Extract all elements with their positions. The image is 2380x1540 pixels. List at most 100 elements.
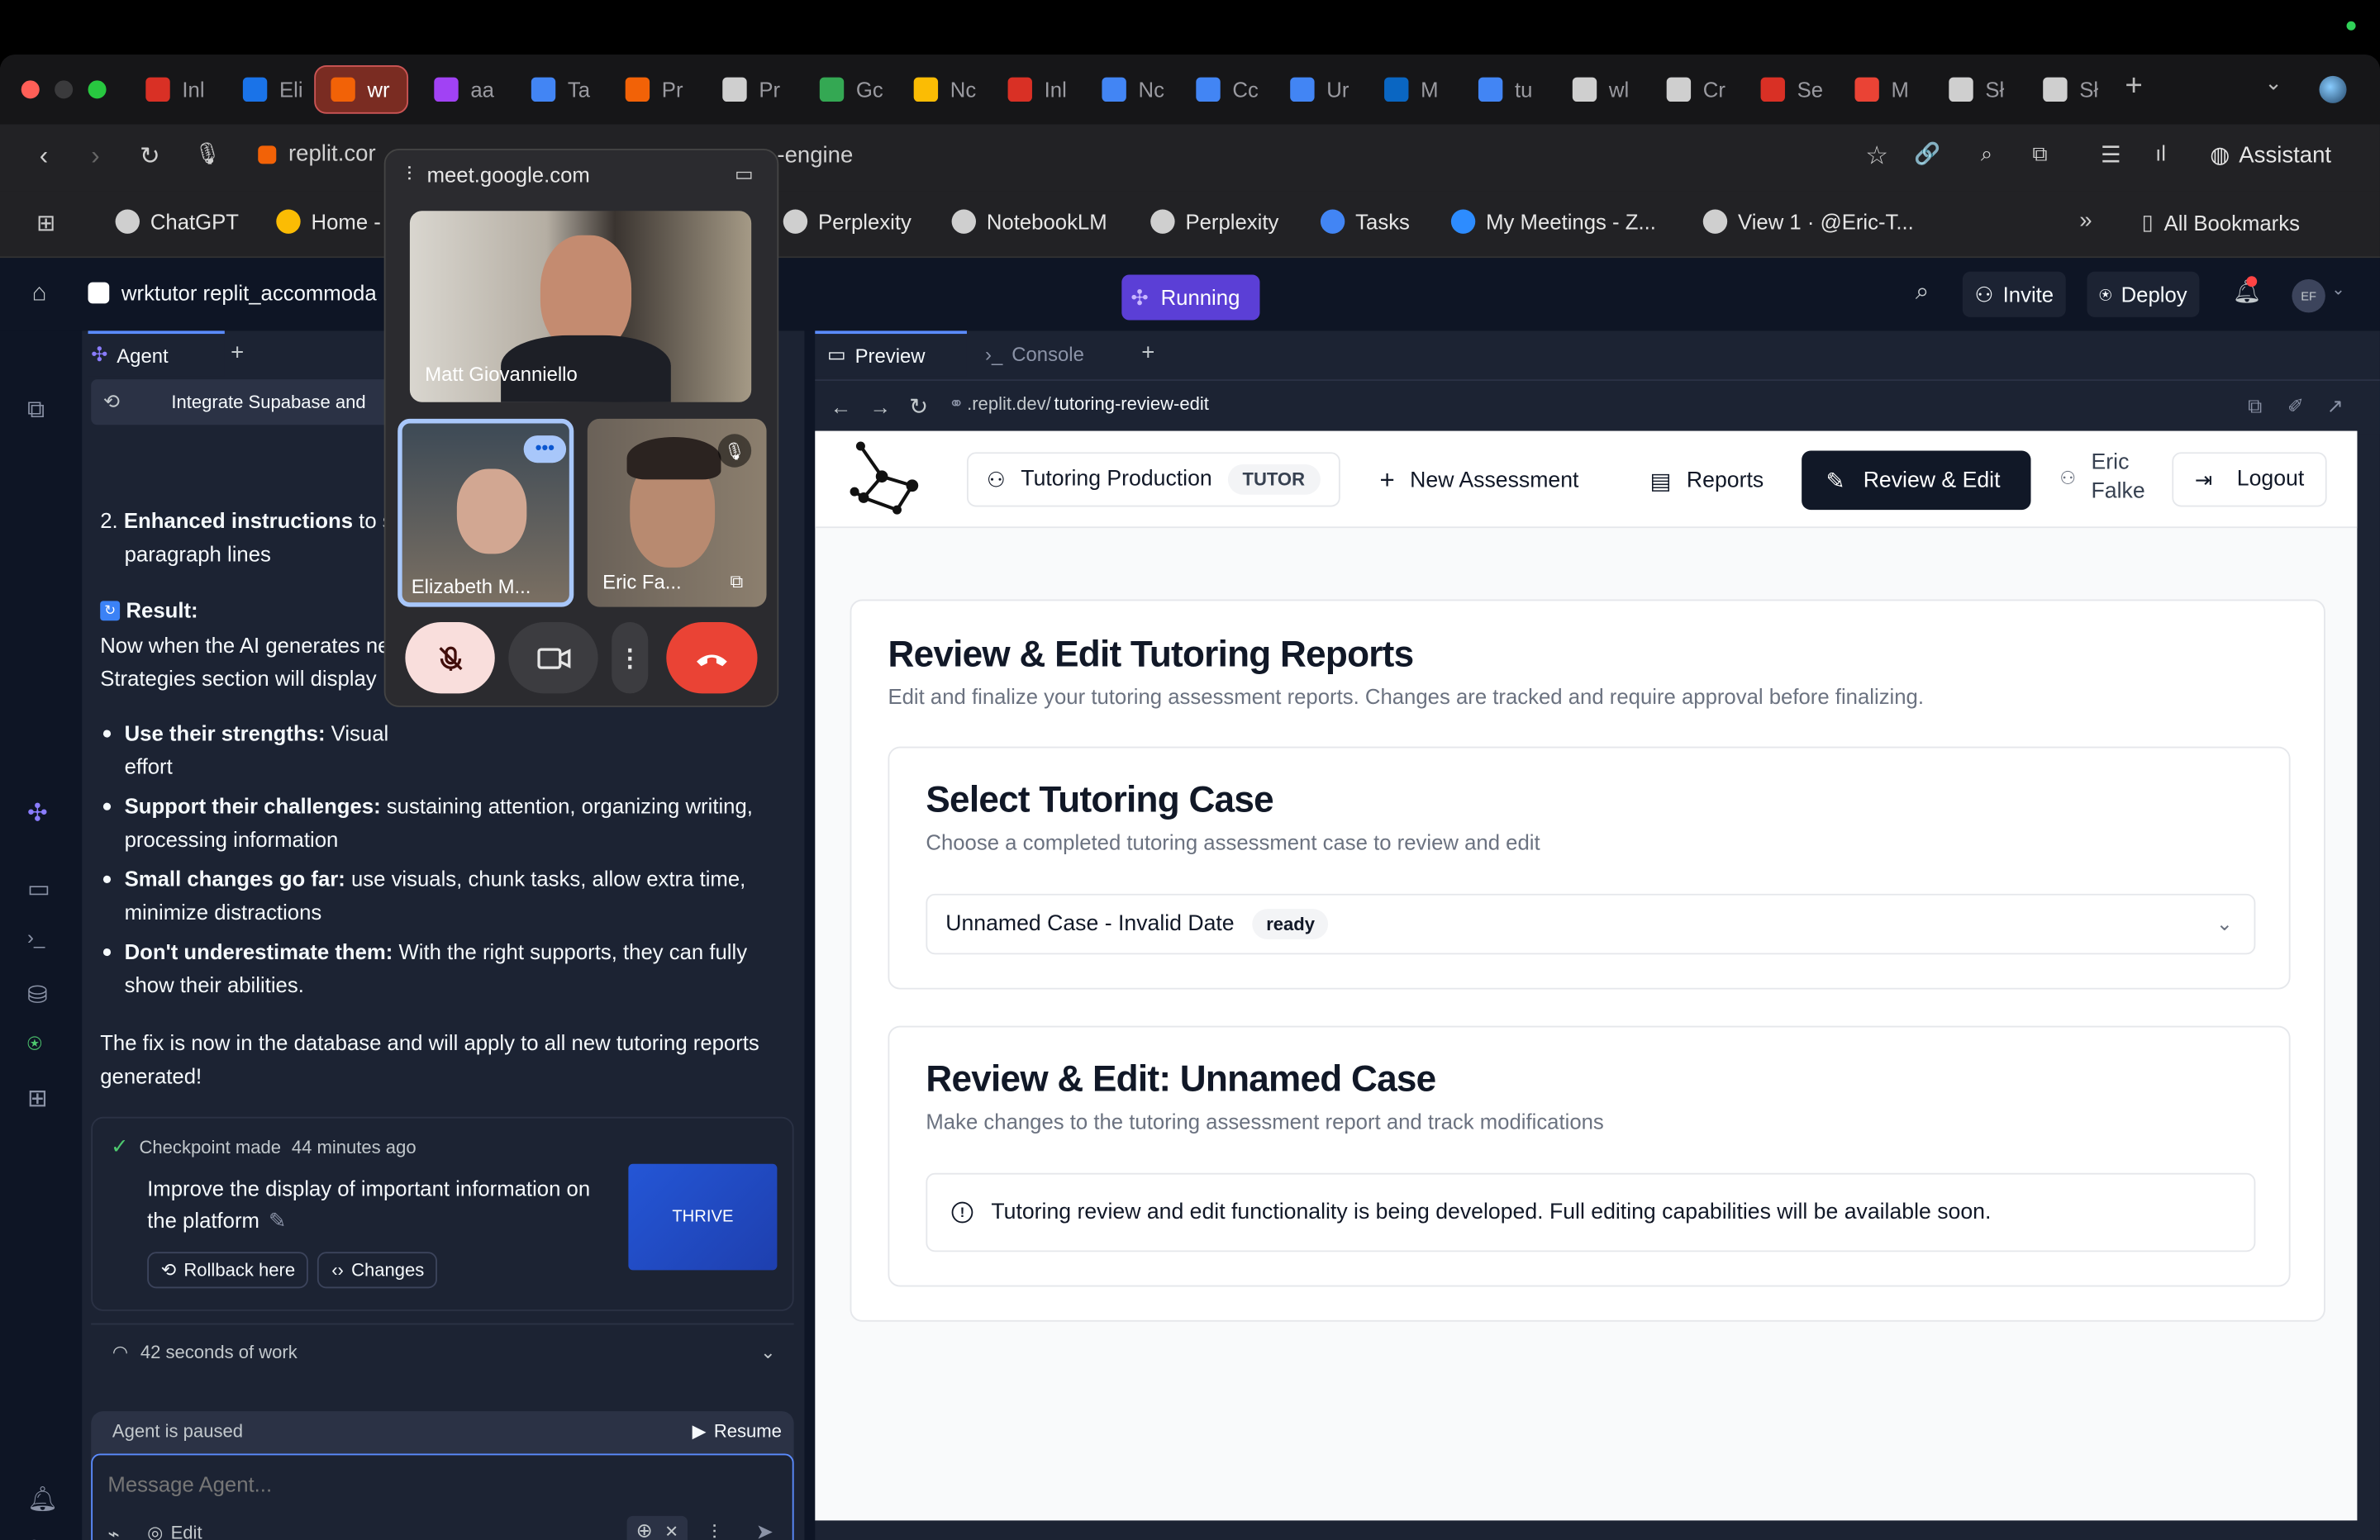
lens-icon[interactable]: ⌕ bbox=[1981, 141, 1992, 167]
video-tile-eric[interactable]: 🎙︎ Eric Fa... ⧉ bbox=[587, 418, 767, 607]
tab-agent[interactable]: ✣ Agent bbox=[88, 330, 225, 377]
home-icon[interactable]: ⌂ bbox=[32, 281, 47, 308]
history-bar[interactable]: ⟲ Integrate Supabase and bbox=[91, 379, 395, 425]
reports-button[interactable]: ▤ Reports bbox=[1631, 452, 1782, 510]
microphone-icon[interactable]: 🎙 bbox=[194, 141, 221, 167]
camera-button[interactable] bbox=[508, 622, 598, 694]
preview-rail-icon[interactable]: ▭ bbox=[27, 874, 50, 905]
reading-list-icon[interactable]: ☰ bbox=[2101, 141, 2121, 169]
browser-tab[interactable]: wr bbox=[314, 64, 409, 114]
browser-tab[interactable]: Pr bbox=[707, 65, 802, 114]
close-small-icon[interactable]: ✕ bbox=[664, 1521, 678, 1540]
browser-tab[interactable]: Ta bbox=[516, 65, 610, 114]
bookmark-item[interactable]: Perplexity bbox=[1150, 209, 1278, 234]
app-logo-icon[interactable] bbox=[845, 440, 927, 520]
browser-tab[interactable]: Nc bbox=[1087, 65, 1181, 114]
more-bookmarks-icon[interactable]: » bbox=[2079, 208, 2092, 234]
devtools-icon[interactable]: ✐ bbox=[2287, 395, 2304, 419]
review-edit-button[interactable]: ✎ Review & Edit bbox=[1802, 450, 2031, 511]
all-bookmarks-button[interactable]: ▯ All Bookmarks bbox=[2142, 209, 2300, 235]
browser-tab[interactable]: Cc bbox=[1181, 65, 1275, 114]
audio-icon[interactable]: ıl bbox=[2155, 141, 2166, 165]
open-new-tab-icon[interactable]: ↗ bbox=[2327, 395, 2344, 419]
browser-tab[interactable]: Sł bbox=[1934, 65, 2028, 114]
extensions-icon[interactable]: ⧉ bbox=[2032, 141, 2047, 167]
more-options-button[interactable]: ⋮ bbox=[612, 622, 649, 694]
tab-search-chevron-icon[interactable]: ⌄ bbox=[2264, 69, 2282, 95]
forward-icon[interactable]: › bbox=[91, 141, 99, 172]
maximize-window-button[interactable] bbox=[88, 80, 107, 99]
devices-icon[interactable]: ⧉ bbox=[2248, 395, 2262, 419]
search-icon[interactable]: ⌕ bbox=[1916, 279, 1929, 307]
tab-preview[interactable]: ▭ Preview bbox=[815, 330, 967, 377]
new-assessment-button[interactable]: + New Assessment bbox=[1362, 452, 1597, 510]
preview-forward-icon[interactable]: → bbox=[869, 395, 891, 419]
bookmark-item[interactable]: My Meetings - Z... bbox=[1450, 209, 1656, 234]
bookmark-item[interactable]: ChatGPT bbox=[115, 209, 239, 234]
more-options-dots-icon[interactable]: ••• bbox=[523, 435, 567, 463]
bookmark-star-icon[interactable]: ☆ bbox=[1865, 141, 1888, 172]
bookmark-item[interactable]: Tasks bbox=[1320, 209, 1410, 234]
browser-tab[interactable]: aa bbox=[419, 65, 513, 114]
video-tile-elizabeth[interactable]: ••• Elizabeth M... bbox=[397, 418, 574, 607]
browser-tab[interactable]: M bbox=[1369, 65, 1464, 114]
send-icon[interactable]: ➤ bbox=[756, 1519, 774, 1540]
account-chevron-icon[interactable]: ⌄ bbox=[2331, 279, 2345, 299]
tab-console[interactable]: ›_ Console bbox=[973, 330, 1125, 376]
profile-icon[interactable] bbox=[2319, 75, 2347, 103]
deploy-button[interactable]: ⍟ Deploy bbox=[2087, 271, 2200, 317]
mute-button[interactable] bbox=[405, 622, 495, 694]
end-call-button[interactable] bbox=[666, 622, 758, 694]
browser-tab[interactable]: Cr bbox=[1651, 65, 1745, 114]
preview-url[interactable]: ⚭ .replit.dev/ tutoring-review-edit bbox=[949, 393, 1209, 415]
rollback-button[interactable]: ⟲ Rollback here bbox=[147, 1252, 309, 1289]
minimize-window-button[interactable] bbox=[55, 80, 74, 99]
browser-tab[interactable]: Gc bbox=[804, 65, 898, 114]
changes-button[interactable]: ‹› Changes bbox=[317, 1252, 438, 1289]
browser-tab[interactable]: M bbox=[1840, 65, 1934, 114]
apps-grid-icon[interactable]: ⊞ bbox=[36, 209, 55, 236]
reload-icon[interactable]: ↻ bbox=[140, 141, 160, 172]
bookmark-item[interactable]: NotebookLM bbox=[951, 209, 1107, 234]
console-rail-icon[interactable]: ›_ bbox=[27, 925, 45, 948]
repl-name[interactable]: wrktutor replit_accommoda bbox=[88, 281, 377, 305]
database-icon[interactable]: ⛁ bbox=[27, 981, 48, 1011]
site-settings-icon[interactable]: ⫶ bbox=[407, 163, 412, 187]
resume-button[interactable]: ▶ Resume bbox=[693, 1420, 782, 1442]
preview-reload-icon[interactable]: ↻ bbox=[909, 393, 928, 421]
picture-in-picture-icon[interactable]: ⧉ bbox=[730, 571, 743, 594]
browser-tab[interactable]: Sł bbox=[2028, 65, 2122, 114]
link-icon[interactable]: 🔗 bbox=[1914, 141, 1940, 167]
invite-button[interactable]: ⚇ Invite bbox=[1962, 271, 2066, 317]
files-icon[interactable]: ⧉ bbox=[27, 397, 45, 425]
bookmark-item[interactable]: View 1 · @Eric-T... bbox=[1702, 209, 1914, 234]
checkpoint-thumbnail[interactable]: THRIVE bbox=[628, 1163, 778, 1271]
preview-back-icon[interactable]: ← bbox=[831, 395, 852, 419]
deployments-rail-icon[interactable]: ⍟ bbox=[27, 1032, 42, 1059]
add-pane-icon[interactable]: + bbox=[1141, 340, 1154, 365]
assistant-button[interactable]: ◍ Assistant bbox=[2210, 141, 2331, 169]
browser-tab[interactable]: Nc bbox=[898, 65, 992, 114]
all-tools-icon[interactable]: ⊞ bbox=[27, 1083, 48, 1114]
alerts-icon[interactable]: 🔔︎ bbox=[27, 1484, 58, 1514]
agent-rail-icon[interactable]: ✣ bbox=[27, 798, 48, 829]
add-tab-icon[interactable]: + bbox=[231, 340, 244, 365]
settings-sliders-icon[interactable]: ⫶ bbox=[712, 1520, 716, 1540]
work-summary[interactable]: ◠ 42 seconds of work ⌄ bbox=[91, 1323, 794, 1378]
new-tab-icon[interactable]: + bbox=[2125, 69, 2142, 104]
browser-tab[interactable]: Se bbox=[1745, 65, 1840, 114]
bookmark-item[interactable]: Home - bbox=[276, 209, 381, 234]
main-video-tile[interactable]: Matt Giovanniello bbox=[409, 211, 752, 402]
browser-tab[interactable]: Pr bbox=[610, 65, 704, 114]
edit-mode-button[interactable]: ◎ Edit bbox=[147, 1522, 202, 1540]
help-icon[interactable]: ? bbox=[27, 1538, 40, 1540]
browser-tab[interactable]: Ur bbox=[1275, 65, 1369, 114]
logout-button[interactable]: ⇥ Logout bbox=[2172, 452, 2327, 507]
browser-tab[interactable]: wl bbox=[1557, 65, 1651, 114]
address-bar[interactable]: replit.cor bbox=[258, 141, 376, 167]
avatar[interactable]: EF bbox=[2292, 278, 2325, 313]
message-input[interactable] bbox=[107, 1467, 716, 1501]
expand-chevron-icon[interactable]: ⌄ bbox=[760, 1341, 775, 1362]
attach-icon[interactable]: ⌁ bbox=[107, 1522, 119, 1540]
edit-pencil-icon[interactable]: ✎ bbox=[269, 1205, 287, 1237]
